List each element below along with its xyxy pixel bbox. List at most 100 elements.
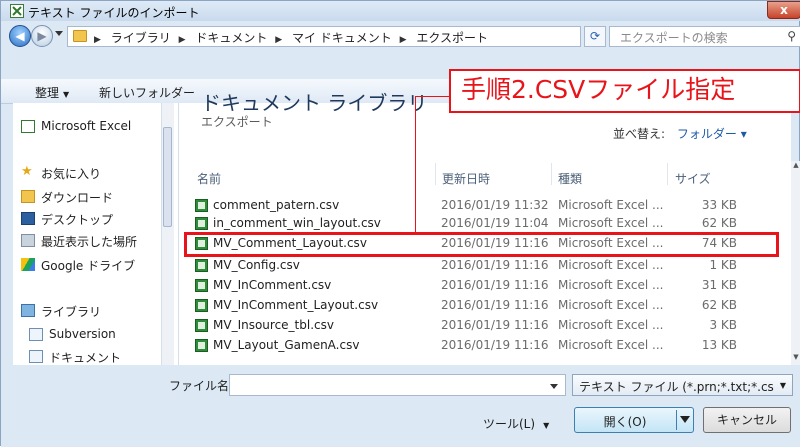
table-row[interactable]: in_comment_win_layout.csv 2016/01/19 11:… — [191, 215, 791, 233]
navigation-pane-scrollbar[interactable] — [161, 103, 174, 365]
filename-input[interactable] — [229, 374, 566, 396]
chevron-down-icon: ▼ — [63, 90, 70, 99]
sidebar-item-label: Google ドライブ — [41, 259, 136, 273]
split-divider — [676, 410, 677, 430]
arrange-by-value: フォルダー — [676, 127, 737, 141]
breadcrumb-separator-icon: ▶ — [275, 35, 283, 45]
scroll-down-icon[interactable]: ▼ — [791, 353, 800, 365]
file-size: 62 KB — [701, 216, 737, 230]
arrange-by-label: 並べ替え: — [613, 127, 666, 141]
refresh-button[interactable]: ⟳ — [584, 26, 606, 47]
file-date: 2016/01/19 11:16 — [441, 278, 549, 292]
annotation-leader-line — [415, 96, 416, 233]
file-size: 13 KB — [701, 338, 737, 352]
table-row[interactable]: comment_patern.csv 2016/01/19 11:32 Micr… — [191, 197, 791, 215]
column-header-name[interactable]: 名前 — [197, 170, 221, 187]
breadcrumb-my-documents[interactable]: マイ ドキュメント — [292, 31, 392, 45]
excel-csv-file-icon — [195, 339, 208, 352]
scroll-up-icon[interactable]: ▲ — [791, 161, 800, 173]
sidebar-item-label: お気に入り — [41, 167, 102, 181]
breadcrumb-documents[interactable]: ドキュメント — [195, 31, 267, 45]
recent-pages-dropdown-icon[interactable] — [55, 31, 63, 36]
file-date: 2016/01/19 11:16 — [441, 338, 549, 352]
excel-csv-file-icon — [195, 279, 208, 292]
arrange-by: 並べ替え: フォルダー ▾ — [613, 125, 747, 142]
folder-icon — [73, 30, 87, 42]
table-row[interactable]: MV_InComment_Layout.csv 2016/01/19 11:16… — [191, 297, 791, 315]
close-button[interactable]: x — [767, 1, 800, 19]
file-name: MV_Config.csv — [213, 258, 300, 272]
tools-button[interactable]: ツール(L) ▼ — [483, 415, 549, 432]
file-date: 2016/01/19 11:16 — [441, 298, 549, 312]
refresh-icon: ⟳ — [589, 29, 601, 43]
annotation-highlight-box — [184, 232, 779, 257]
file-size: 31 KB — [701, 278, 737, 292]
table-row[interactable]: MV_Insource_tbl.csv 2016/01/19 11:16 Mic… — [191, 317, 791, 335]
excel-csv-file-icon — [195, 199, 208, 212]
open-button-label: 開く(O) — [603, 415, 647, 429]
window-title: テキスト ファイルのインポート — [28, 6, 200, 20]
file-size: 33 KB — [701, 198, 737, 212]
file-list-scrollbar[interactable]: ▲ ▼ — [791, 161, 800, 365]
file-name: MV_Insource_tbl.csv — [213, 318, 334, 332]
file-date: 2016/01/19 11:16 — [441, 258, 549, 272]
library-subtitle: エクスポート — [201, 115, 273, 129]
file-name: MV_InComment_Layout.csv — [213, 298, 379, 312]
download-folder-icon — [21, 190, 35, 203]
star-icon: ★ — [21, 164, 33, 179]
open-button[interactable]: 開く(O) — [574, 407, 694, 433]
import-text-file-dialog: テキスト ファイルのインポート x ◀ ▶ ▶ ライブラリ ▶ ドキュメント ▶… — [0, 0, 800, 447]
file-type-select[interactable]: テキスト ファイル (*.prn;*.txt;*.cs ▼ — [572, 374, 793, 396]
cancel-button[interactable]: キャンセル — [703, 407, 791, 433]
scrollbar-thumb[interactable] — [163, 127, 172, 227]
forward-button[interactable]: ▶ — [31, 25, 53, 47]
annotation-leader-line — [415, 96, 449, 97]
file-date: 2016/01/19 11:32 — [441, 198, 549, 212]
library-icon — [21, 304, 35, 317]
column-header-size[interactable]: サイズ — [675, 170, 711, 187]
file-size: 1 KB — [709, 258, 737, 272]
arrange-by-dropdown[interactable]: フォルダー ▾ — [677, 127, 747, 141]
document-library-icon — [29, 350, 43, 363]
file-name: comment_patern.csv — [213, 198, 340, 212]
forward-arrow-icon: ▶ — [37, 29, 47, 43]
new-folder-button[interactable]: 新しいフォルダー — [99, 84, 195, 101]
column-header-date-modified[interactable]: 更新日時 — [442, 170, 490, 187]
library-title: ドキュメント ライブラリ — [201, 91, 428, 115]
search-input[interactable]: エクスポートの検索 ⚲ — [609, 26, 800, 47]
file-size: 3 KB — [709, 318, 737, 332]
file-name: MV_Layout_GamenA.csv — [213, 338, 360, 352]
column-divider[interactable] — [551, 163, 552, 185]
chevron-down-icon: ▼ — [543, 421, 550, 430]
sidebar-item-label: ダウンロード — [41, 191, 114, 205]
breadcrumb-separator-icon: ▶ — [94, 35, 101, 45]
breadcrumb: ▶ ライブラリ ▶ ドキュメント ▶ マイ ドキュメント ▶ エクスポート — [94, 29, 492, 46]
tools-label: ツール(L) — [483, 417, 536, 431]
table-row[interactable]: MV_Config.csv 2016/01/19 11:16 Microsoft… — [191, 257, 791, 275]
desktop-icon — [21, 212, 35, 225]
breadcrumb-export[interactable]: エクスポート — [416, 31, 488, 45]
table-row[interactable]: MV_Layout_GamenA.csv 2016/01/19 11:16 Mi… — [191, 337, 791, 355]
breadcrumb-libraries[interactable]: ライブラリ — [111, 31, 171, 45]
breadcrumb-separator-icon: ▶ — [399, 35, 407, 45]
open-options-dropdown-icon[interactable] — [680, 416, 690, 423]
excel-csv-file-icon — [195, 319, 208, 332]
column-header-type[interactable]: 種類 — [558, 170, 582, 187]
recent-places-icon — [21, 234, 35, 247]
file-date: 2016/01/19 11:04 — [441, 216, 549, 230]
file-type-value: テキスト ファイル (*.prn;*.txt;*.cs — [579, 380, 774, 394]
column-divider[interactable] — [435, 163, 436, 185]
column-divider[interactable] — [667, 163, 668, 185]
filename-dropdown-icon[interactable] — [550, 384, 558, 389]
google-drive-icon — [21, 258, 35, 271]
sidebar-item-label: デスクトップ — [41, 213, 114, 227]
file-date: 2016/01/19 11:16 — [441, 318, 549, 332]
address-bar[interactable]: ▶ ライブラリ ▶ ドキュメント ▶ マイ ドキュメント ▶ エクスポート — [67, 26, 636, 47]
organize-button[interactable]: 整理 ▼ — [35, 84, 69, 101]
breadcrumb-separator-icon: ▶ — [178, 35, 186, 45]
organize-label: 整理 — [35, 86, 60, 100]
document-library-icon — [29, 328, 43, 341]
back-button[interactable]: ◀ — [9, 25, 31, 47]
table-row[interactable]: MV_InComment.csv 2016/01/19 11:16 Micros… — [191, 277, 791, 295]
sidebar-item-label: 最近表示した場所 — [41, 235, 138, 249]
